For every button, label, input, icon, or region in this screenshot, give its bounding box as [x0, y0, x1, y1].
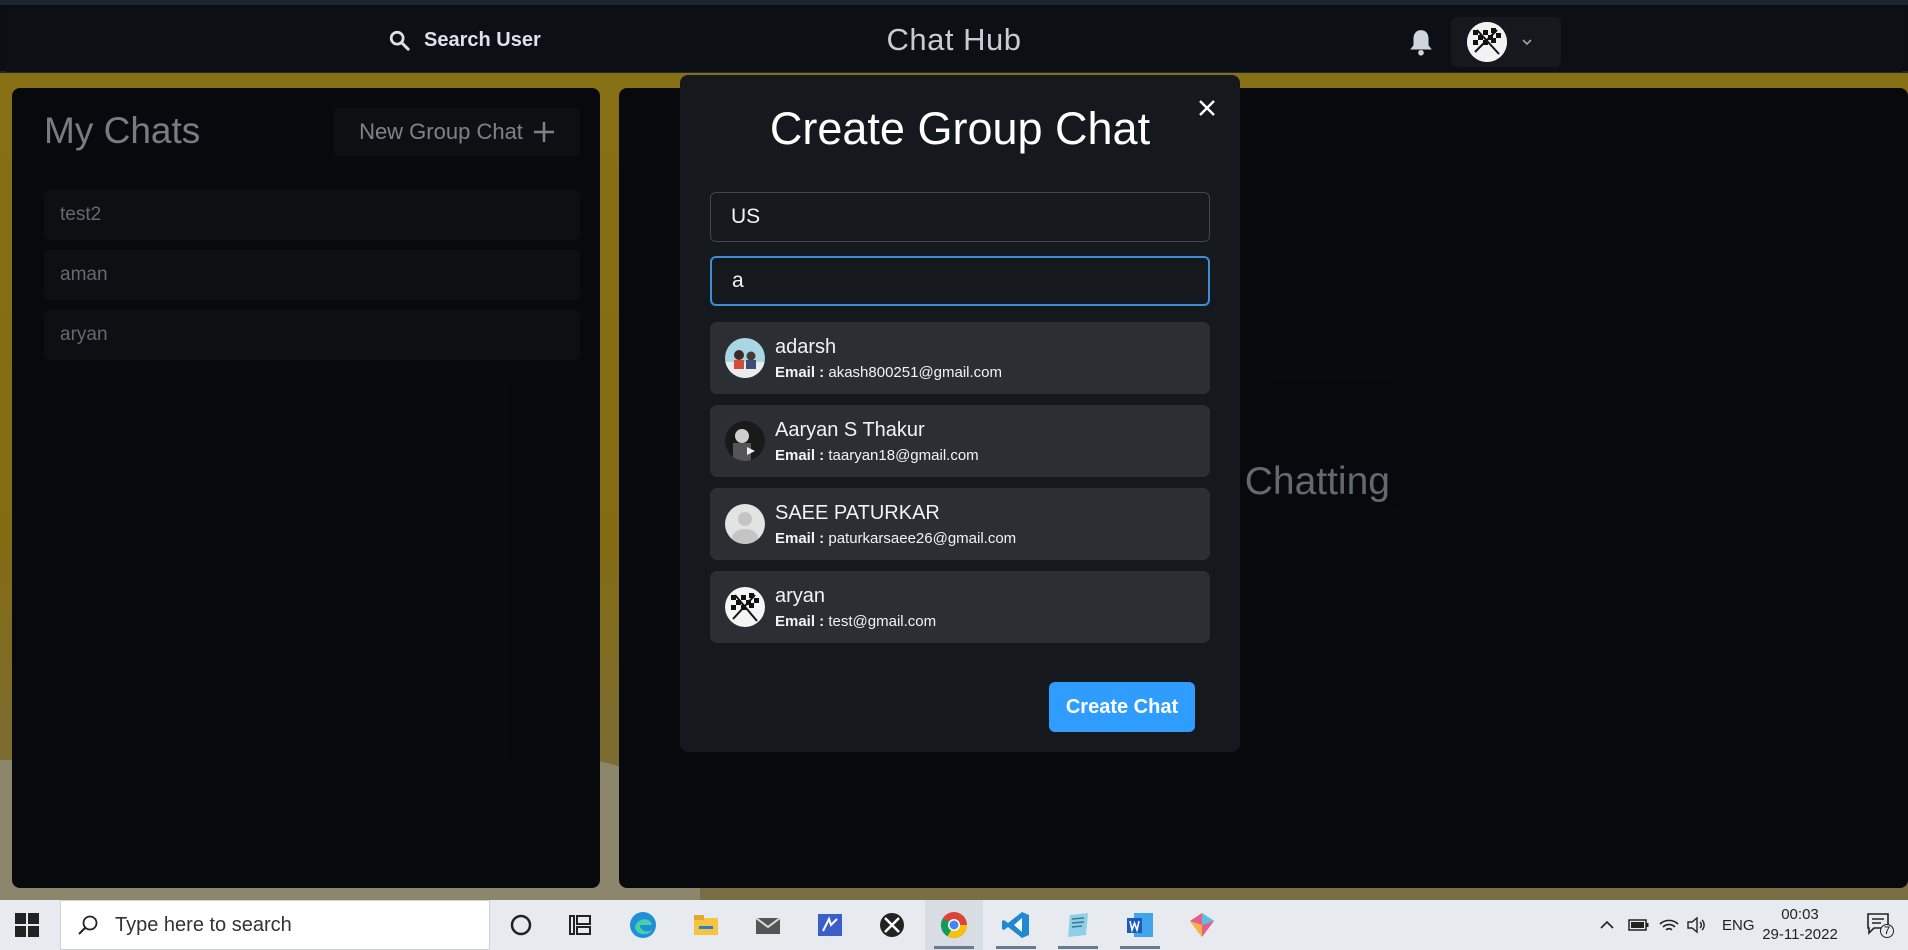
avatar — [725, 504, 765, 544]
user-email: Email : taaryan18@gmail.com — [775, 447, 979, 464]
language-indicator[interactable]: ENG — [1722, 917, 1755, 934]
xbox-icon[interactable] — [876, 909, 908, 941]
profile-menu-button[interactable] — [1451, 17, 1561, 67]
user-email: Email : paturkarsaee26@gmail.com — [775, 530, 1016, 547]
visual-app-icon[interactable] — [814, 909, 846, 941]
user-list-item[interactable]: aryan Email : test@gmail.com — [710, 571, 1210, 643]
cortana-icon[interactable] — [505, 909, 537, 941]
windows-taskbar: Type here to search ENG 00:03 29-11-2022… — [0, 900, 1908, 950]
taskbar-search-placeholder: Type here to search — [115, 913, 292, 936]
volume-icon[interactable] — [1686, 916, 1708, 934]
task-view-icon[interactable] — [564, 909, 596, 941]
email-value: test@gmail.com — [828, 613, 937, 630]
email-value: taaryan18@gmail.com — [828, 447, 979, 464]
taskbar-search-box[interactable]: Type here to search — [60, 900, 490, 950]
user-list-item[interactable]: adarsh Email : akash800251@gmail.com — [710, 322, 1210, 394]
notification-count-badge: 7 — [1880, 924, 1895, 938]
photo-avatar-icon — [725, 421, 765, 461]
photo-avatar-icon — [725, 338, 765, 378]
email-value: paturkarsaee26@gmail.com — [828, 530, 1017, 547]
user-email: Email : test@gmail.com — [775, 613, 936, 630]
wifi-icon[interactable] — [1658, 916, 1680, 934]
windows-start-icon[interactable] — [14, 912, 40, 938]
app-icon[interactable] — [1186, 909, 1218, 941]
avatar — [725, 421, 765, 461]
user-name: SAEE PATURKAR — [775, 502, 940, 524]
notification-center-button[interactable]: 7 — [1866, 912, 1896, 940]
notepad-icon[interactable] — [1062, 909, 1094, 941]
chrome-icon[interactable] — [938, 909, 970, 941]
word-icon[interactable] — [1124, 909, 1156, 941]
search-icon — [78, 915, 98, 935]
edge-icon[interactable] — [627, 909, 659, 941]
notepad-active-indicator — [1058, 946, 1098, 949]
create-chat-button[interactable]: Create Chat — [1049, 682, 1195, 732]
user-list-item[interactable]: SAEE PATURKAR Email : paturkarsaee26@gma… — [710, 488, 1210, 560]
chevron-down-icon — [1522, 39, 1532, 46]
chat-name-input[interactable] — [710, 192, 1210, 242]
file-explorer-icon[interactable] — [690, 909, 722, 941]
system-tray: ENG — [1598, 900, 1755, 950]
default-avatar-icon — [725, 504, 765, 544]
chrome-active-indicator — [934, 946, 974, 949]
taskbar-clock[interactable]: 00:03 29-11-2022 — [1760, 905, 1840, 945]
top-header: Search User Chat Hub — [0, 0, 1908, 73]
modal-title: Create Group Chat — [769, 103, 1151, 154]
avatar — [725, 338, 765, 378]
email-label: Email : — [775, 364, 825, 381]
email-value: akash800251@gmail.com — [828, 364, 1003, 381]
add-users-input[interactable] — [710, 256, 1210, 306]
avatar — [1467, 22, 1507, 62]
email-label: Email : — [775, 447, 825, 464]
email-label: Email : — [775, 613, 825, 630]
close-icon[interactable] — [1192, 93, 1222, 123]
email-label: Email : — [775, 530, 825, 547]
vscode-icon[interactable] — [1000, 909, 1032, 941]
user-list-item[interactable]: Aaryan S Thakur Email : taaryan18@gmail.… — [710, 405, 1210, 477]
user-name: adarsh — [775, 336, 837, 358]
bell-icon[interactable] — [1408, 28, 1434, 56]
chevron-up-icon[interactable] — [1598, 916, 1616, 934]
vscode-active-indicator — [996, 946, 1036, 949]
app-title: Chat Hub — [886, 22, 1022, 57]
clock-time: 00:03 — [1781, 906, 1819, 923]
battery-icon[interactable] — [1628, 916, 1650, 934]
user-name: Aaryan S Thakur — [775, 419, 925, 441]
user-email: Email : akash800251@gmail.com — [775, 364, 1002, 381]
header-bar: Search User Chat Hub — [6, 8, 1902, 72]
word-active-indicator — [1120, 946, 1160, 949]
mail-icon[interactable] — [752, 909, 784, 941]
create-group-chat-modal: Create Group Chat adarsh Email : akash80… — [680, 75, 1240, 752]
clock-date: 29-11-2022 — [1762, 926, 1838, 943]
checkered-flag-icon — [725, 587, 765, 627]
checkered-flag-icon — [1467, 22, 1507, 62]
avatar — [725, 587, 765, 627]
user-search-results: adarsh Email : akash800251@gmail.com Aar… — [710, 322, 1210, 654]
user-name: aryan — [775, 585, 826, 607]
